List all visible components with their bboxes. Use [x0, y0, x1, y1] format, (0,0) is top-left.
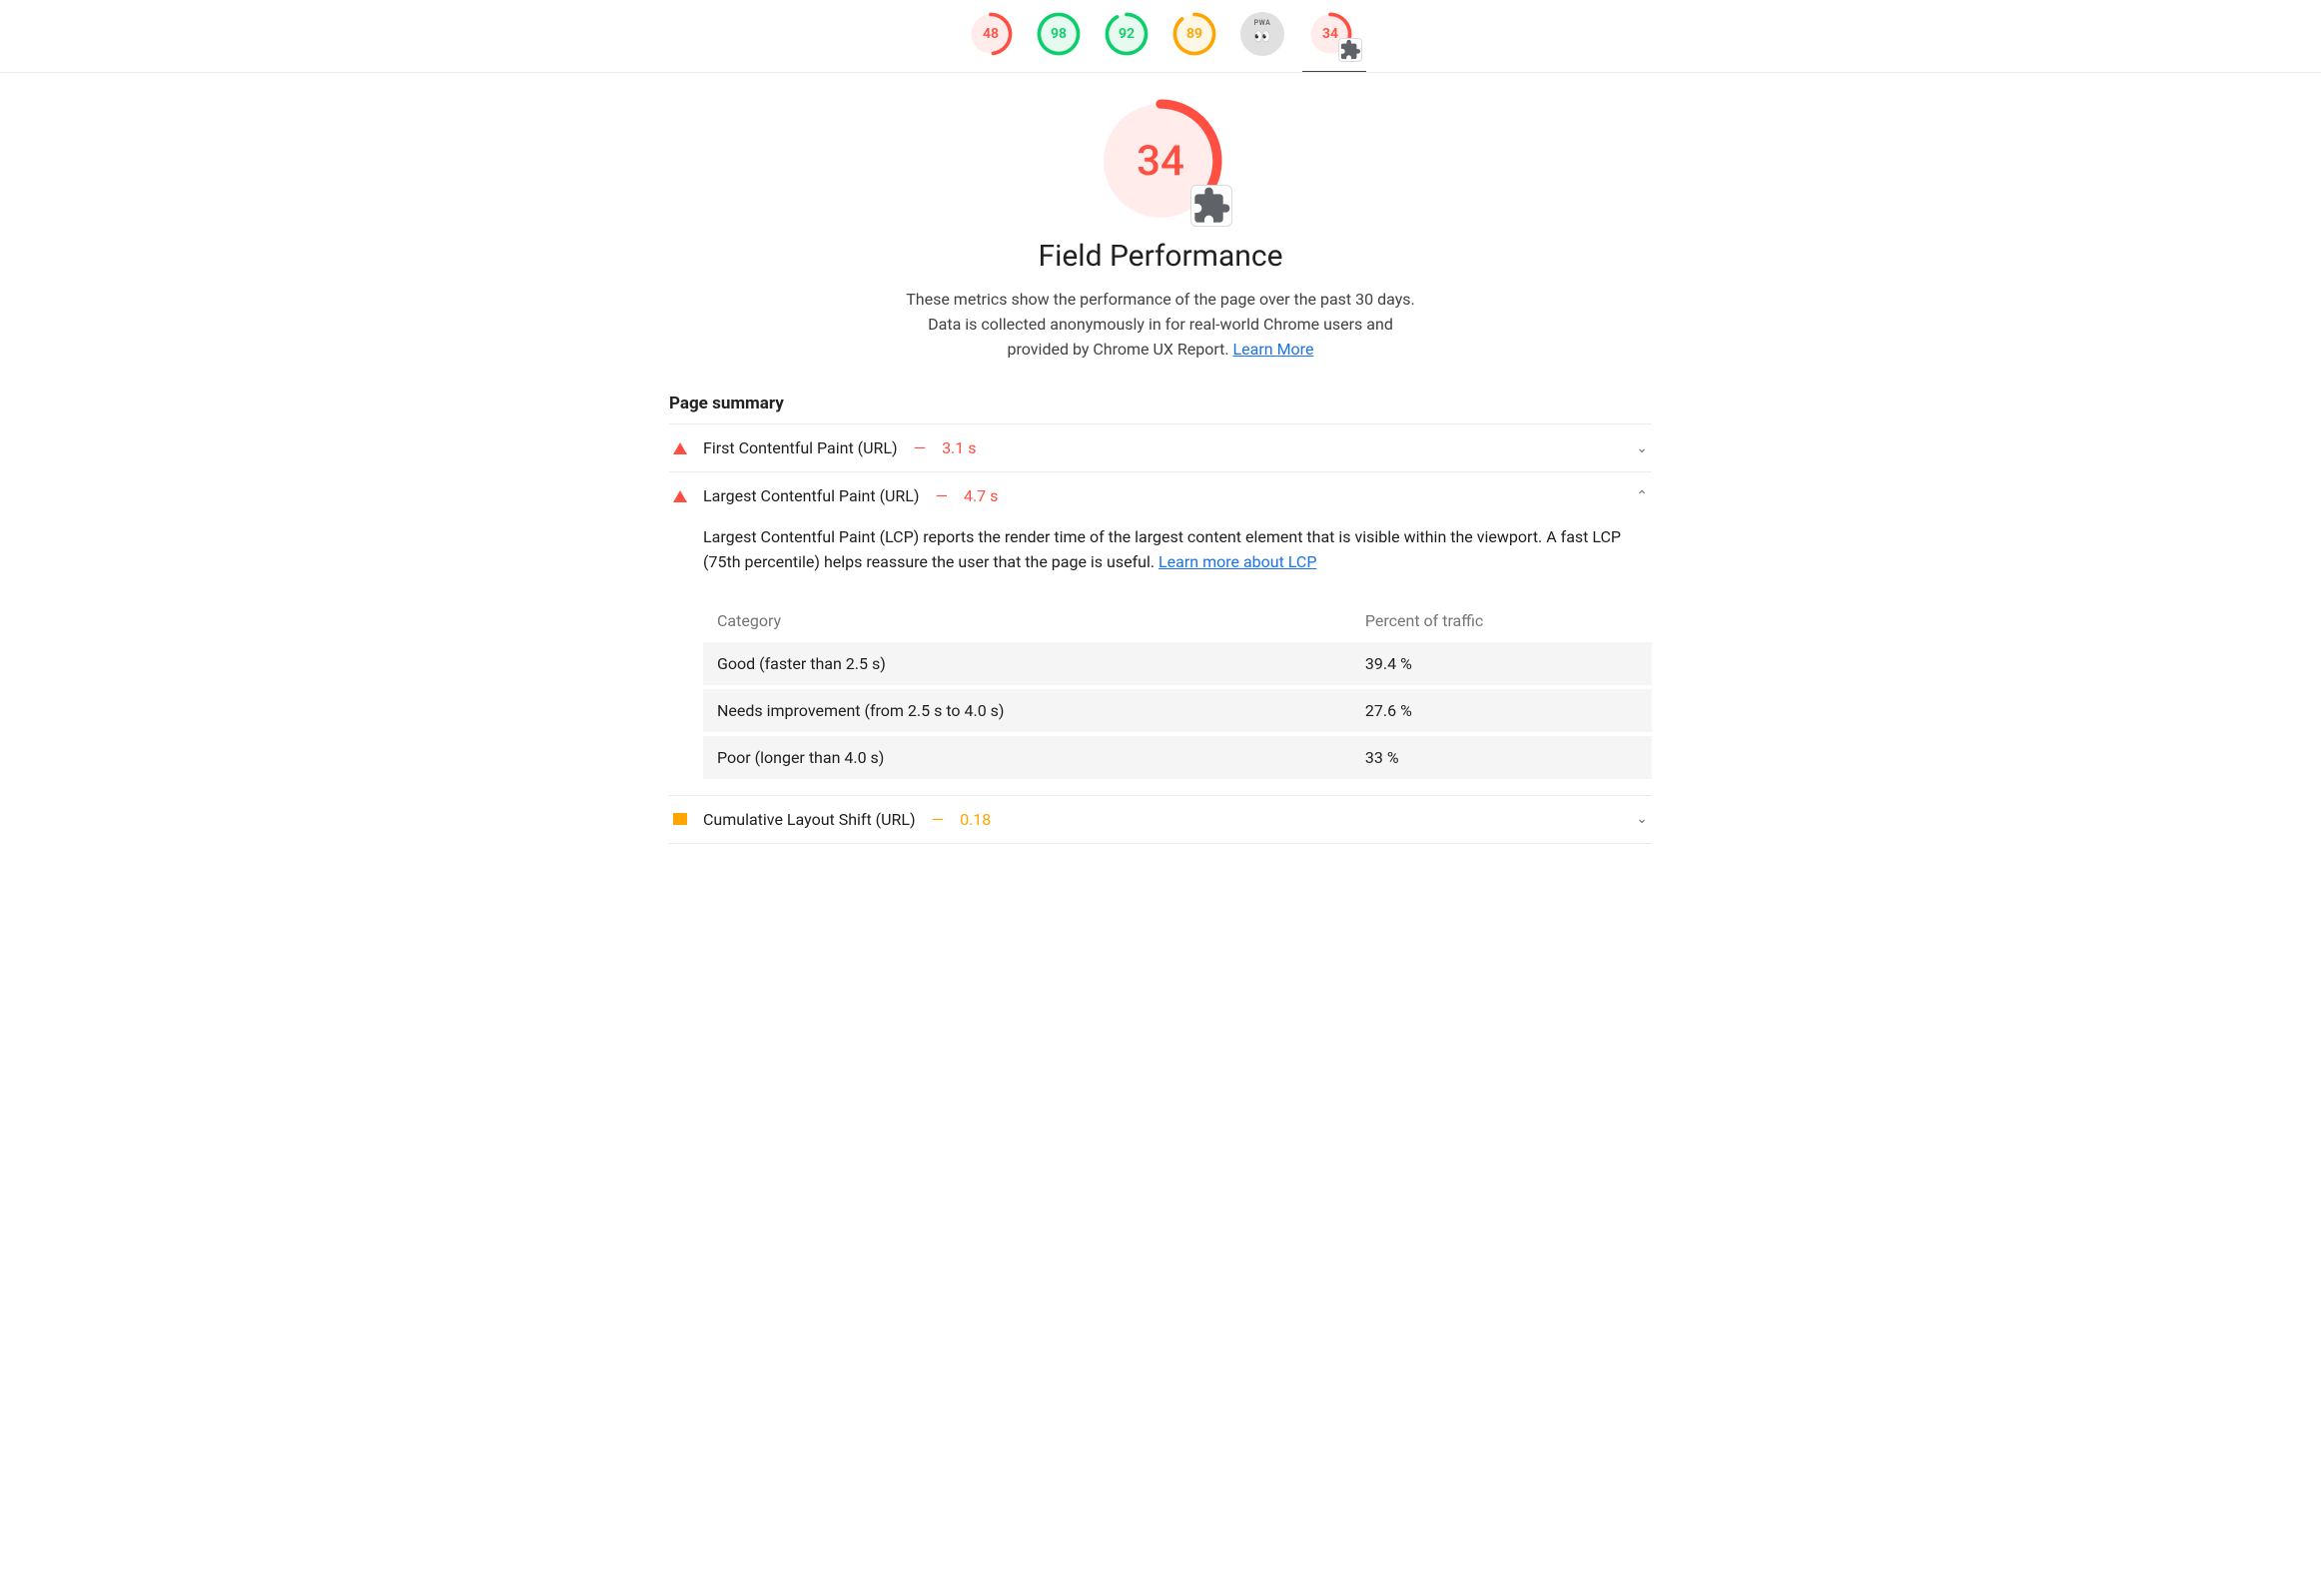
extension-icon	[1190, 185, 1232, 227]
nav-gauge-3[interactable]: 89	[1172, 12, 1216, 56]
metric-label: Cumulative Layout Shift (URL)	[703, 810, 916, 829]
metric-label: First Contentful Paint (URL)	[703, 438, 898, 457]
cell-percent: 33 %	[1351, 734, 1652, 781]
learn-more-lcp-link[interactable]: Learn more about LCP	[1159, 552, 1316, 571]
table-row: Poor (longer than 4.0 s) 33 %	[703, 734, 1652, 781]
field-performance-gauge: 34	[1097, 97, 1224, 225]
square-icon	[673, 813, 687, 825]
pwa-icon: PWA👀	[1240, 12, 1284, 56]
metric-value: 3.1 s	[942, 438, 976, 457]
cell-category: Needs improvement (from 2.5 s to 4.0 s)	[703, 687, 1351, 734]
chevron-down-icon: ⌄	[1636, 811, 1648, 827]
metric-description: Largest Contentful Paint (LCP) reports t…	[703, 525, 1652, 575]
metric-value: 0.18	[960, 810, 991, 829]
lcp-table: Category Percent of traffic Good (faster…	[703, 599, 1652, 783]
nav-gauge-0[interactable]: 48	[969, 12, 1013, 56]
hero-section: 34 Field Performance These metrics show …	[781, 97, 1540, 362]
cell-percent: 39.4 %	[1351, 642, 1652, 687]
hero-description: These metrics show the performance of th…	[896, 288, 1425, 362]
learn-more-link[interactable]: Learn More	[1233, 340, 1314, 359]
page-summary: Page summary First Contentful Paint (URL…	[661, 394, 1660, 844]
metric-value: 4.7 s	[964, 486, 998, 505]
metric-row-0[interactable]: First Contentful Paint (URL) — 3.1 s ⌄	[669, 423, 1652, 471]
th-category: Category	[703, 599, 1351, 642]
metric-label: Largest Contentful Paint (URL)	[703, 486, 919, 505]
summary-heading: Page summary	[669, 394, 1652, 413]
nav-gauge-1[interactable]: 98	[1037, 12, 1081, 56]
extension-icon	[1338, 38, 1362, 62]
th-percent: Percent of traffic	[1351, 599, 1652, 642]
table-row: Needs improvement (from 2.5 s to 4.0 s) …	[703, 687, 1652, 734]
chevron-down-icon: ⌄	[1636, 440, 1648, 456]
cell-percent: 27.6 %	[1351, 687, 1652, 734]
metric-row-2[interactable]: Cumulative Layout Shift (URL) — 0.18 ⌄	[669, 795, 1652, 844]
metric-detail: Largest Contentful Paint (LCP) reports t…	[669, 519, 1652, 795]
triangle-up-icon	[673, 490, 687, 502]
triangle-up-icon	[673, 442, 687, 454]
page-title: Field Performance	[781, 239, 1540, 274]
metric-dash: —	[914, 438, 927, 457]
metric-dash: —	[932, 810, 945, 829]
chevron-up-icon: ⌃	[1636, 488, 1648, 504]
table-row: Good (faster than 2.5 s) 39.4 %	[703, 642, 1652, 687]
cell-category: Poor (longer than 4.0 s)	[703, 734, 1351, 781]
score-nav: 48 98 92 89 PWA👀 34	[0, 0, 2321, 73]
nav-gauge-5[interactable]: 34	[1308, 12, 1352, 56]
cell-category: Good (faster than 2.5 s)	[703, 642, 1351, 687]
nav-gauge-4[interactable]: PWA👀	[1240, 12, 1284, 56]
hero-desc-text: These metrics show the performance of th…	[906, 290, 1415, 359]
nav-gauge-2[interactable]: 92	[1105, 12, 1149, 56]
metric-dash: —	[935, 486, 948, 505]
metric-row-1[interactable]: Largest Contentful Paint (URL) — 4.7 s ⌃	[669, 471, 1652, 519]
